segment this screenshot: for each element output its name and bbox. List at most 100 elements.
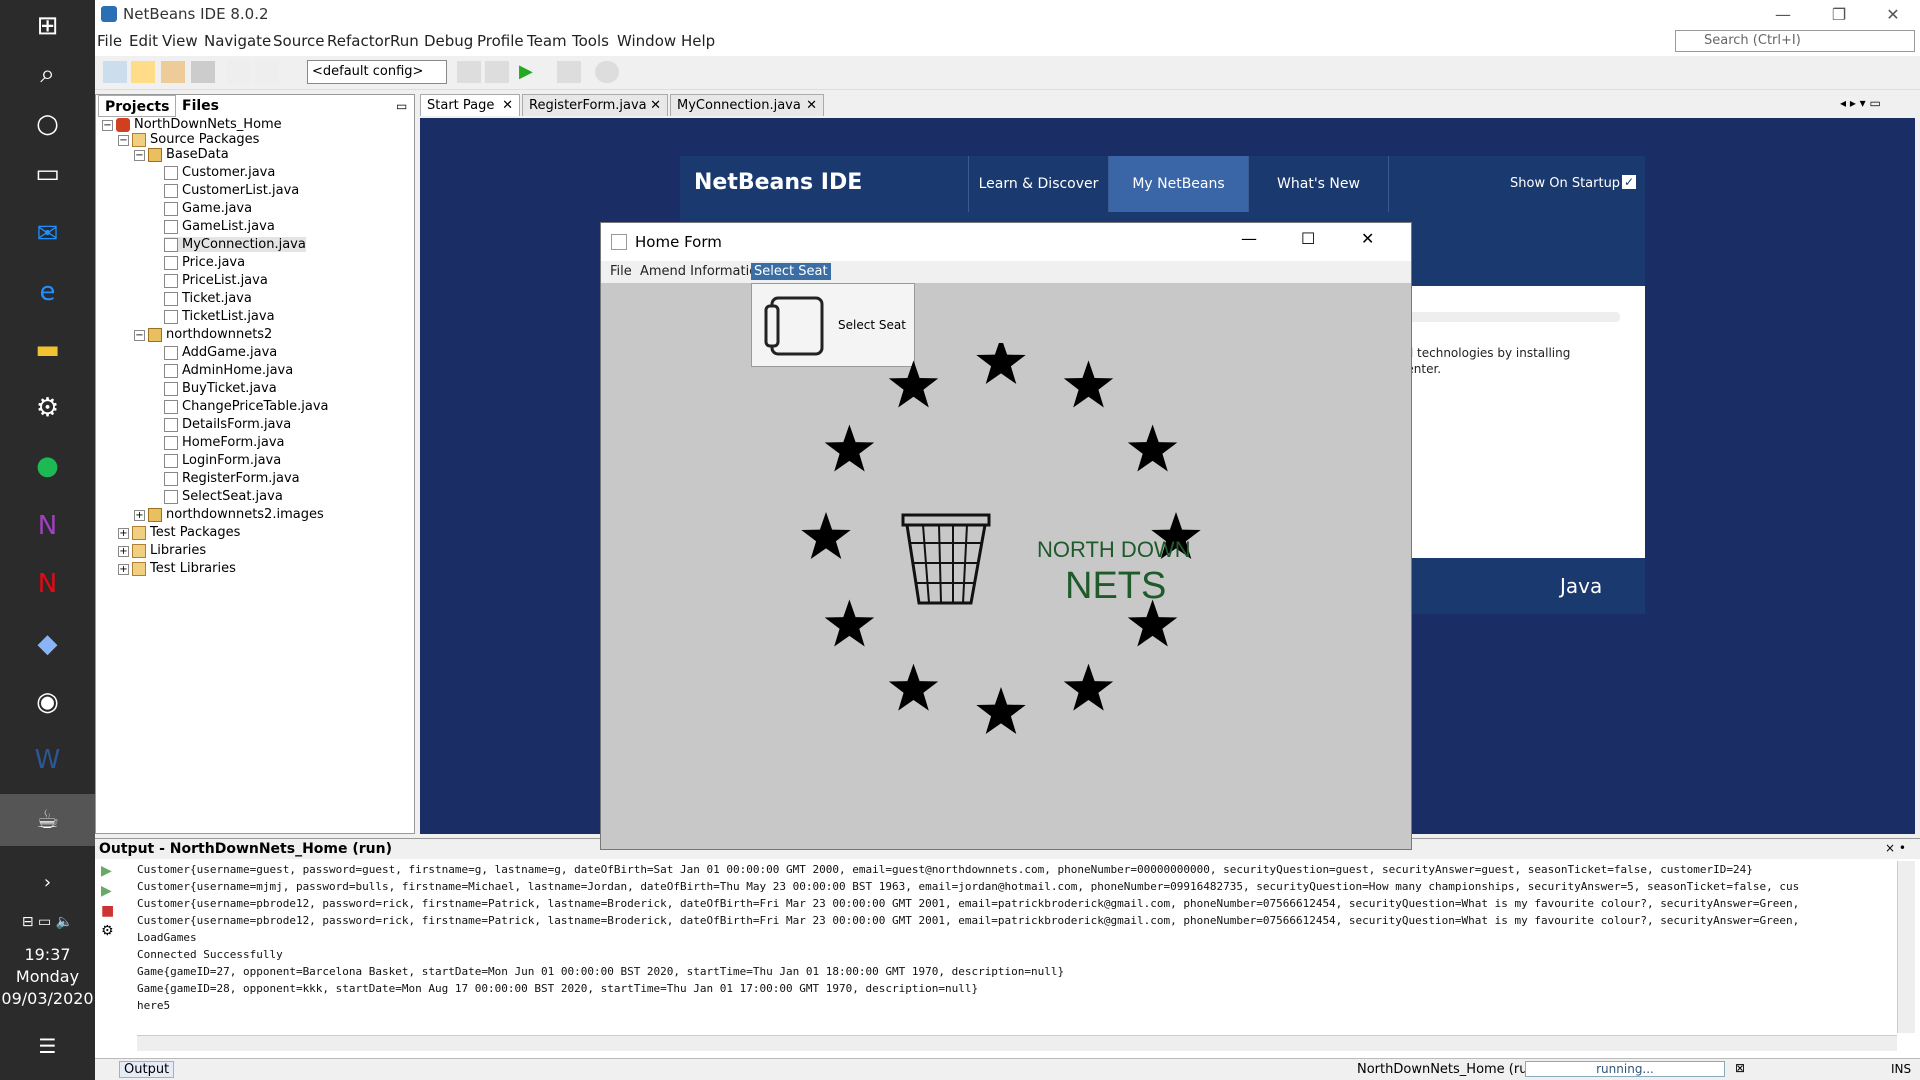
menu-navigate[interactable]: Navigate — [204, 32, 271, 50]
menu-run[interactable]: Run — [390, 32, 419, 50]
undo-icon[interactable] — [227, 61, 251, 83]
tree-file[interactable]: SelectSeat.java — [164, 489, 283, 504]
tree-file[interactable]: HomeForm.java — [164, 435, 285, 450]
debug-icon[interactable] — [557, 61, 581, 83]
tab-registerform[interactable]: RegisterForm.java ✕ — [522, 94, 668, 116]
tree-file[interactable]: RegisterForm.java — [164, 471, 300, 486]
tree-project[interactable]: NorthDownNets_Home — [116, 117, 282, 132]
run-icon[interactable]: ▶ — [519, 61, 543, 83]
expander-icon[interactable]: − — [134, 150, 145, 161]
menu-file[interactable]: File — [607, 263, 635, 280]
open-project-icon[interactable] — [161, 61, 185, 83]
menu-help[interactable]: Help — [681, 32, 715, 50]
expander-icon[interactable]: − — [118, 135, 129, 146]
tree-file[interactable]: ChangePriceTable.java — [164, 399, 328, 414]
tree-images-package[interactable]: northdownnets2.images — [148, 507, 324, 522]
tree-file[interactable]: TicketList.java — [164, 309, 275, 324]
tree-file-selected[interactable]: MyConnection.java — [164, 237, 306, 252]
close-panel-icon[interactable]: × • — [1885, 841, 1906, 855]
menu-amend-information[interactable]: Amend Information — [637, 263, 768, 280]
menu-debug[interactable]: Debug — [424, 32, 473, 50]
expander-icon[interactable]: − — [102, 120, 113, 131]
system-tray-icons[interactable]: ⊟ ▭ 🔈 — [0, 896, 95, 948]
redo-icon[interactable] — [255, 61, 279, 83]
tree-file[interactable]: GameList.java — [164, 219, 275, 234]
tab-myconnection[interactable]: MyConnection.java ✕ — [670, 94, 824, 116]
menu-select-seat[interactable]: Select Seat — [751, 263, 831, 280]
cancel-progress-icon[interactable]: ⊠ — [1735, 1061, 1745, 1075]
notifications-icon[interactable]: ☰ — [0, 1020, 95, 1072]
tree-test-packages[interactable]: Test Packages — [132, 525, 240, 540]
menu-profile[interactable]: Profile — [477, 32, 524, 50]
tab-projects[interactable]: Projects — [98, 95, 177, 117]
nav-whats-new[interactable]: What's New — [1248, 156, 1388, 212]
nav-my-netbeans[interactable]: My NetBeans — [1108, 156, 1248, 212]
expander-icon[interactable]: + — [118, 546, 129, 557]
output-tab[interactable]: Output — [119, 1061, 175, 1078]
profile-icon[interactable] — [595, 61, 619, 83]
expander-icon[interactable]: + — [134, 510, 145, 521]
tree-file[interactable]: LoginForm.java — [164, 453, 281, 468]
tree-basedata[interactable]: BaseData — [148, 147, 229, 162]
new-project-icon[interactable] — [131, 61, 155, 83]
settings-icon[interactable]: ⚙ — [101, 923, 114, 939]
expander-icon[interactable]: − — [134, 330, 145, 341]
tree-source-packages[interactable]: Source Packages — [132, 132, 259, 147]
menu-source[interactable]: Source — [273, 32, 325, 50]
3d-box-icon[interactable]: ◆ — [0, 618, 95, 670]
close-button[interactable]: ✕ — [1865, 0, 1920, 28]
minimize-panel-icon[interactable]: ▭ — [396, 99, 407, 113]
cortana-icon[interactable]: ○ — [0, 98, 95, 150]
spotify-icon[interactable]: ● — [0, 440, 95, 492]
tree-test-libraries[interactable]: Test Libraries — [132, 561, 236, 576]
tab-start-page[interactable]: Start Page ✕ — [420, 94, 520, 116]
file-explorer-icon[interactable]: ▬ — [0, 324, 95, 376]
edge-icon[interactable]: e — [0, 266, 95, 318]
tree-file[interactable]: PriceList.java — [164, 273, 268, 288]
tree-file[interactable]: AddGame.java — [164, 345, 277, 360]
close-tab-icon[interactable]: ✕ — [650, 98, 661, 113]
search-input[interactable]: Search (Ctrl+I) — [1675, 30, 1915, 52]
minimize-button[interactable]: — — [1241, 229, 1257, 248]
close-tab-icon[interactable]: ✕ — [806, 98, 817, 113]
stop-icon[interactable]: ■ — [101, 903, 114, 919]
restore-button[interactable]: ❐ — [1811, 0, 1867, 28]
select-seat-item[interactable]: Select Seat — [838, 318, 906, 332]
show-on-startup-checkbox[interactable]: ✓ — [1622, 175, 1636, 189]
netflix-icon[interactable]: N — [0, 558, 95, 610]
task-view-icon[interactable]: ▭ — [0, 148, 95, 200]
tree-file[interactable]: CustomerList.java — [164, 183, 299, 198]
tree-file[interactable]: Price.java — [164, 255, 245, 270]
menu-file[interactable]: File — [97, 32, 122, 50]
horizontal-scrollbar[interactable] — [137, 1035, 1897, 1051]
rerun-icon[interactable]: ▶ — [101, 863, 112, 879]
tree-libraries[interactable]: Libraries — [132, 543, 206, 558]
build-icon[interactable] — [457, 61, 481, 83]
search-icon[interactable]: ⌕ — [0, 48, 95, 100]
tab-files[interactable]: Files — [176, 95, 225, 117]
tree-file[interactable]: Ticket.java — [164, 291, 252, 306]
close-tab-icon[interactable]: ✕ — [502, 98, 513, 113]
expander-icon[interactable]: + — [118, 564, 129, 575]
tree-file[interactable]: DetailsForm.java — [164, 417, 291, 432]
menu-refactor[interactable]: Refactor — [327, 32, 390, 50]
tab-navigation-icons[interactable]: ◂ ▸ ▾ ▭ — [1840, 96, 1881, 110]
word-icon[interactable]: W — [0, 734, 95, 786]
tree-northdownnets2[interactable]: northdownnets2 — [148, 327, 272, 342]
close-button[interactable]: ✕ — [1361, 229, 1374, 248]
onenote-icon[interactable]: N — [0, 500, 95, 552]
menu-view[interactable]: View — [162, 32, 198, 50]
menu-tools[interactable]: Tools — [572, 32, 609, 50]
clean-build-icon[interactable] — [485, 61, 509, 83]
vertical-scrollbar[interactable] — [1897, 861, 1915, 1033]
minimize-button[interactable]: — — [1755, 0, 1811, 28]
steam-icon[interactable]: ◉ — [0, 676, 95, 728]
new-file-icon[interactable] — [103, 61, 127, 83]
mail-icon[interactable]: ✉ — [0, 208, 95, 260]
tree-file[interactable]: BuyTicket.java — [164, 381, 277, 396]
tree-file[interactable]: Game.java — [164, 201, 252, 216]
menu-window[interactable]: Window — [617, 32, 676, 50]
tree-file[interactable]: Customer.java — [164, 165, 275, 180]
nav-learn-discover[interactable]: Learn & Discover — [968, 156, 1108, 212]
config-select[interactable]: <default config> — [307, 60, 447, 84]
